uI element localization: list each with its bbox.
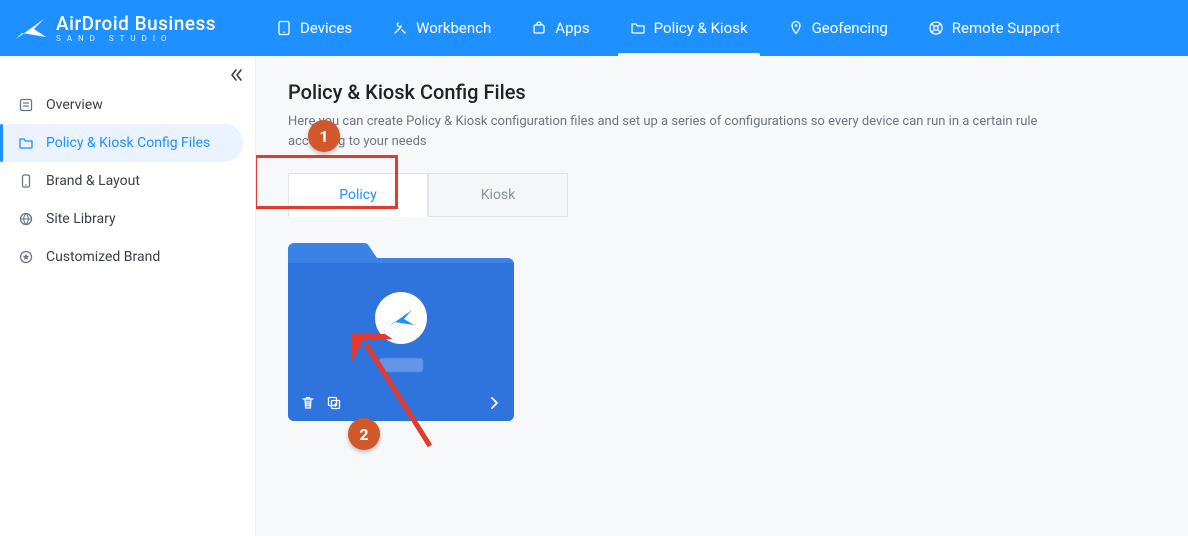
sidebar-item-label: Customized Brand: [46, 249, 160, 265]
subtab-policy-label: Policy: [339, 187, 377, 203]
subtab-kiosk[interactable]: Kiosk: [428, 173, 568, 217]
annotation-step-1: 1: [308, 120, 340, 152]
nav-workbench-label: Workbench: [416, 19, 491, 37]
sidebar-list: Overview Policy & Kiosk Config Files Bra…: [0, 86, 255, 276]
duplicate-button[interactable]: [326, 395, 342, 411]
nav-apps-label: Apps: [555, 19, 589, 37]
globe-icon: [18, 211, 34, 227]
sidebar-item-label: Policy & Kiosk Config Files: [46, 135, 210, 151]
content: Policy & Kiosk Config Files Here you can…: [256, 56, 1188, 536]
brand-title: AirDroid Business: [56, 14, 216, 33]
location-icon: [788, 20, 804, 36]
delete-button[interactable]: [300, 395, 316, 411]
chevrons-left-icon: [227, 66, 245, 84]
sidebar-item-site-library[interactable]: Site Library: [0, 200, 243, 238]
sidebar: Overview Policy & Kiosk Config Files Bra…: [0, 56, 256, 536]
sidebar-item-label: Overview: [46, 97, 103, 113]
airdroid-plane-icon: [386, 305, 416, 331]
page-desc: Here you can create Policy & Kiosk confi…: [288, 112, 1088, 151]
nav-geofencing[interactable]: Geofencing: [768, 0, 908, 56]
topbar: AirDroid Business SAND STUDIO Devices Wo…: [0, 0, 1188, 56]
chevron-right-icon: [486, 395, 502, 411]
nav-remote-support-label: Remote Support: [952, 19, 1060, 37]
subtabs: Policy Kiosk: [288, 173, 1156, 217]
sidebar-item-custom-brand[interactable]: Customized Brand: [0, 238, 243, 276]
sidebar-item-brand-layout[interactable]: Brand & Layout: [0, 162, 243, 200]
phone-icon: [18, 173, 34, 189]
top-nav: Devices Workbench Apps Policy & Kiosk Ge…: [256, 0, 1080, 56]
nav-policy-kiosk-label: Policy & Kiosk: [654, 19, 748, 37]
card-logo-disc: [375, 292, 427, 344]
collapse-sidebar-button[interactable]: [227, 66, 245, 84]
tools-icon: [392, 20, 408, 36]
nav-devices-label: Devices: [300, 19, 352, 37]
subtab-policy[interactable]: Policy: [288, 173, 428, 217]
brand[interactable]: AirDroid Business SAND STUDIO: [0, 13, 256, 43]
nav-policy-kiosk[interactable]: Policy & Kiosk: [610, 0, 768, 56]
lifebuoy-icon: [928, 20, 944, 36]
trash-icon: [300, 395, 316, 411]
nav-geofencing-label: Geofencing: [812, 19, 888, 37]
sidebar-item-config[interactable]: Policy & Kiosk Config Files: [0, 124, 243, 162]
folder-icon: [630, 20, 646, 36]
tablet-icon: [276, 20, 292, 36]
annotation-step-2: 2: [348, 418, 380, 450]
sidebar-item-label: Site Library: [46, 211, 116, 227]
duplicate-plus-icon: [326, 395, 342, 411]
sidebar-item-label: Brand & Layout: [46, 173, 140, 189]
card-name-blurred: [379, 358, 423, 372]
bag-icon: [531, 20, 547, 36]
card-footer: [288, 385, 514, 421]
sidebar-item-overview[interactable]: Overview: [0, 86, 243, 124]
subtab-kiosk-label: Kiosk: [481, 187, 516, 203]
folder-icon: [18, 135, 34, 151]
overview-icon: [18, 97, 34, 113]
star-circle-icon: [18, 249, 34, 265]
open-button[interactable]: [486, 395, 502, 411]
brand-text: AirDroid Business SAND STUDIO: [56, 14, 216, 43]
policy-config-card[interactable]: [288, 243, 514, 421]
nav-apps[interactable]: Apps: [511, 0, 609, 56]
nav-devices[interactable]: Devices: [256, 0, 372, 56]
brand-logo-icon: [14, 13, 48, 43]
brand-subtitle: SAND STUDIO: [56, 35, 216, 43]
page-title: Policy & Kiosk Config Files: [288, 80, 1156, 104]
nav-remote-support[interactable]: Remote Support: [908, 0, 1080, 56]
main-layout: Overview Policy & Kiosk Config Files Bra…: [0, 56, 1188, 536]
nav-workbench[interactable]: Workbench: [372, 0, 511, 56]
